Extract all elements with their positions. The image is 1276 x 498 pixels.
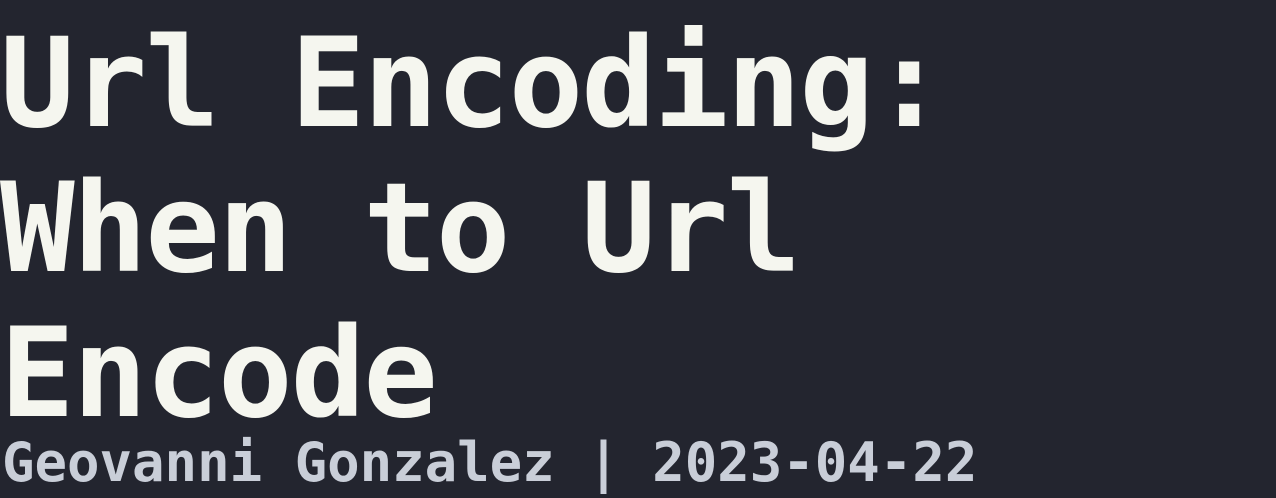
post-title-line-3: Encode [0, 302, 438, 446]
post-byline: Geovanni Gonzalez | 2023-04-22 [2, 433, 977, 493]
post-title: Url Encoding: When to Url Encode [0, 12, 1276, 447]
author-name: Geovanni Gonzalez [2, 431, 555, 494]
byline-separator: | [554, 431, 653, 494]
post-title-line-2: When to Url [0, 157, 801, 301]
post-card: Url Encoding: When to Url Encode Geovann… [0, 0, 1276, 498]
post-title-line-1: Url Encoding: [0, 12, 947, 156]
post-date: 2023-04-22 [652, 431, 978, 494]
